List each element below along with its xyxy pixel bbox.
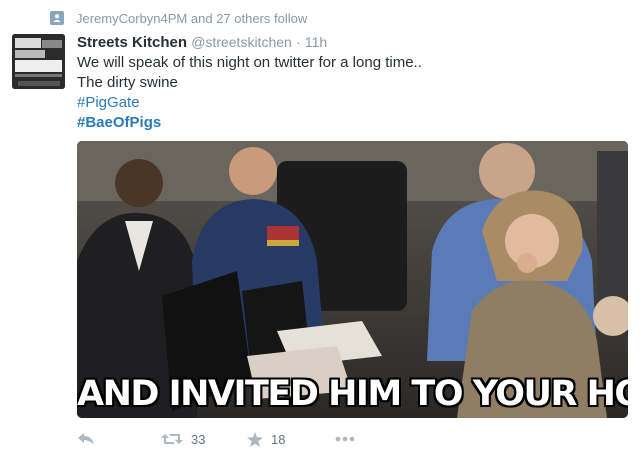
retweet-icon — [161, 432, 183, 446]
user-handle[interactable]: @streetskitchen — [191, 34, 292, 50]
tweet-text-line: We will speak of this night on twitter f… — [77, 54, 422, 71]
more-dots-icon — [335, 436, 355, 442]
star-icon — [247, 431, 263, 447]
tweet-media-image[interactable]: AND INVITED HIM TO YOUR HOME — [77, 141, 628, 418]
follow-notification-icon — [50, 11, 64, 25]
favorite-button[interactable]: 18 — [247, 431, 335, 447]
timestamp[interactable]: 11h — [305, 34, 327, 50]
tweet-text-line: The dirty swine — [77, 74, 178, 91]
reply-button[interactable] — [77, 432, 161, 446]
favorite-count: 18 — [271, 431, 286, 447]
display-name[interactable]: Streets Kitchen — [77, 34, 187, 51]
hashtag-link[interactable]: #BaeOfPigs — [77, 113, 422, 133]
hashtag-link[interactable]: #PigGate — [77, 93, 422, 113]
social-context-text[interactable]: JeremyCorbyn4PM and 27 others follow — [76, 11, 307, 26]
image-caption: AND INVITED HIM TO YOUR HOME — [77, 374, 628, 414]
social-context: JeremyCorbyn4PM and 27 others follow — [50, 8, 307, 28]
separator-dot: · — [295, 34, 301, 50]
tweet-actions: 33 18 — [77, 428, 355, 450]
tweet-text: We will speak of this night on twitter f… — [77, 53, 422, 133]
more-button[interactable] — [335, 436, 355, 442]
retweet-button[interactable]: 33 — [161, 432, 247, 447]
retweet-count: 33 — [191, 431, 206, 447]
reply-icon — [77, 432, 95, 446]
avatar[interactable] — [12, 34, 65, 89]
tweet-header: Streets Kitchen @streetskitchen · 11h — [77, 33, 327, 52]
